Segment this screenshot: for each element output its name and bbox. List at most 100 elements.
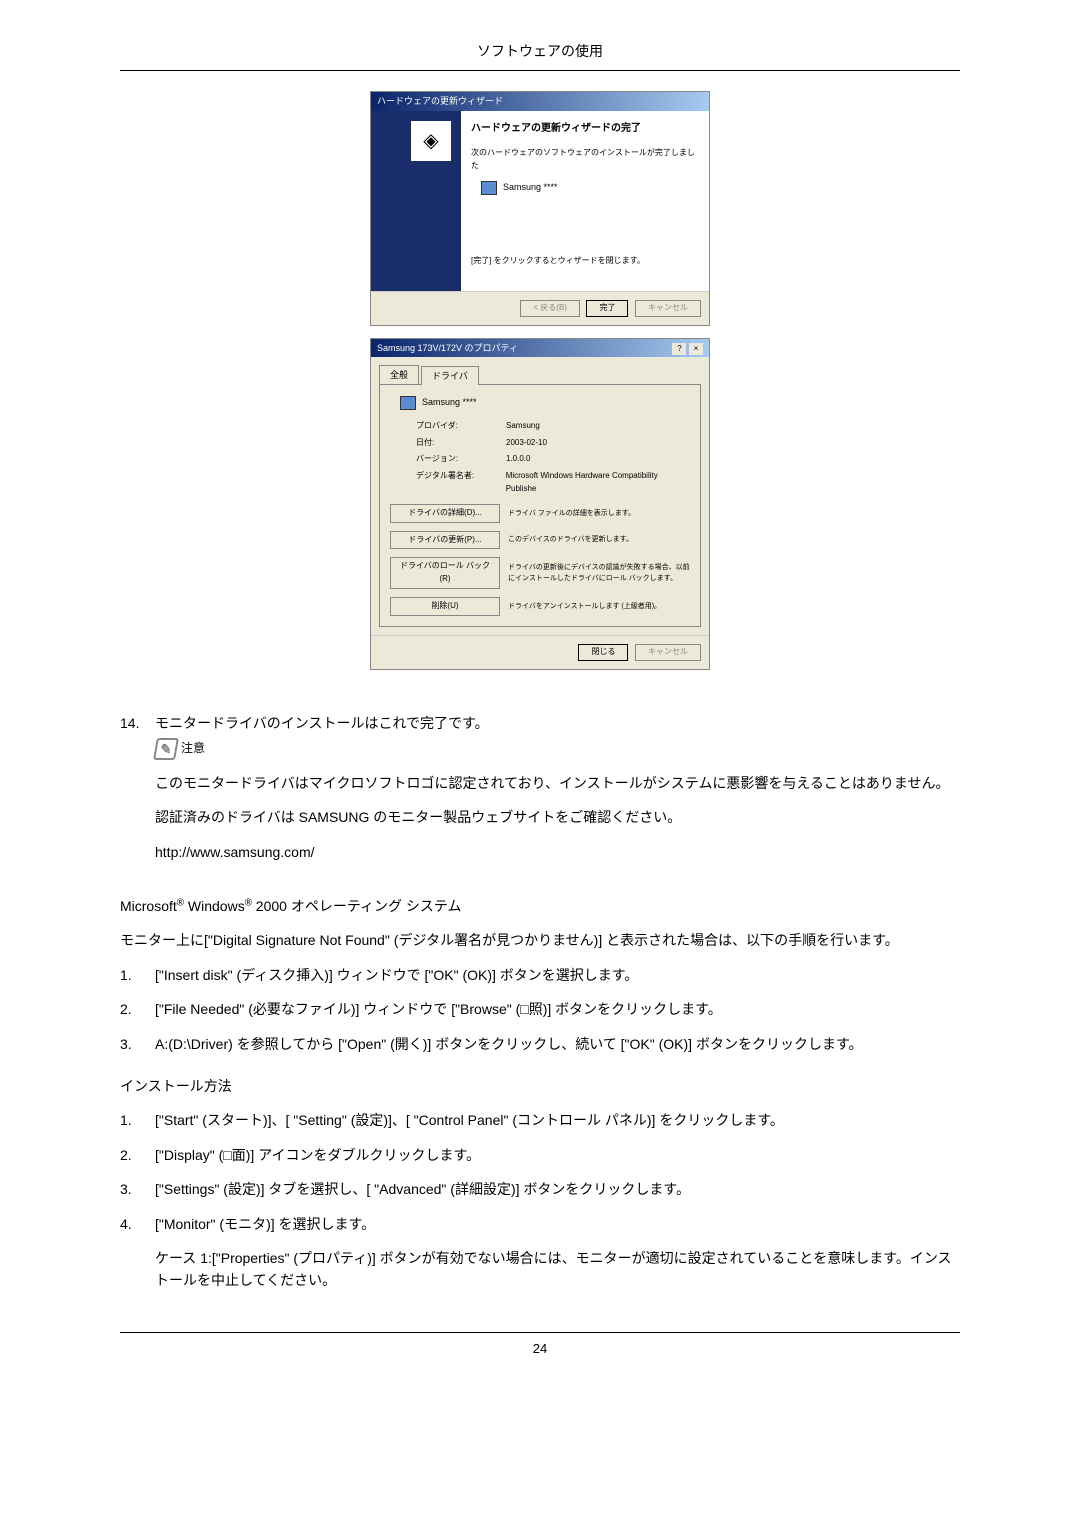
step-text: ["Start" (スタート)]、[ "Setting" (設定)]、[ "Co… <box>155 1109 960 1131</box>
cancel-dialog-button[interactable]: キャンセル <box>635 644 701 661</box>
page-title: ソフトウェアの使用 <box>477 43 603 59</box>
page-number: 24 <box>533 1341 547 1356</box>
install-case-1: ケース 1:["Properties" (プロパティ)] ボタンが有効でない場合… <box>155 1247 960 1292</box>
step-text: ["File Needed" (必要なファイル)] ウィンドウで ["Brows… <box>155 998 960 1020</box>
wizard-device-name: Samsung **** <box>503 180 558 194</box>
install-step-4: 4. ["Monitor" (モニタ)] を選択します。 <box>120 1213 960 1235</box>
close-dialog-button[interactable]: 閉じる <box>578 644 628 661</box>
step-text: A:(D:\Driver) を参照してから ["Open" (開く)] ボタンを… <box>155 1033 960 1055</box>
uninstall-button[interactable]: 削除(U) <box>390 597 500 616</box>
provider-row: プロバイダ: Samsung <box>416 420 690 433</box>
props-titlebar: Samsung 173V/172V のプロパティ ? × <box>371 339 709 357</box>
os-heading: Microsoft® Windows® 2000 オペレーティング システム <box>120 895 960 917</box>
wizard-titlebar: ハードウェアの更新ウィザード <box>371 92 709 110</box>
step-num: 1. <box>120 1109 155 1131</box>
step-number: 14. <box>120 712 155 876</box>
page-header: ソフトウェアの使用 <box>120 40 960 71</box>
step-num: 1. <box>120 964 155 986</box>
tabs: 全般 ドライバ <box>379 365 701 385</box>
update-row: ドライバの更新(P)... このデバイスのドライバを更新します。 <box>390 531 690 550</box>
props-content: Samsung **** プロバイダ: Samsung 日付: 2003-02-… <box>379 385 701 626</box>
install-steps: 1. ["Start" (スタート)]、[ "Setting" (設定)]、[ … <box>120 1109 960 1291</box>
properties-dialog: Samsung 173V/172V のプロパティ ? × 全般 ドライバ Sam… <box>370 338 710 670</box>
wizard-heading: ハードウェアの更新ウィザードの完了 <box>471 121 699 137</box>
step-num: 3. <box>120 1033 155 1055</box>
back-button[interactable]: < 戻る(B) <box>520 300 580 317</box>
monitor-icon <box>481 181 497 195</box>
date-label: 日付: <box>416 437 506 450</box>
provider-value: Samsung <box>506 420 540 433</box>
step-num: 2. <box>120 1144 155 1166</box>
note-paragraph-1: このモニタードライバはマイクロソフトロゴに認定されており、インストールがシステム… <box>155 772 960 794</box>
tab-general[interactable]: 全般 <box>379 365 419 384</box>
signer-label: デジタル署名者: <box>416 470 506 496</box>
rollback-button[interactable]: ドライバのロール バック(R) <box>390 557 500 589</box>
props-dialog-buttons: 閉じる キャンセル <box>371 635 709 669</box>
version-value: 1.0.0.0 <box>506 453 530 466</box>
details-button[interactable]: ドライバの詳細(D)... <box>390 504 500 523</box>
screenshots-container: ハードウェアの更新ウィザード ◈ ハードウェアの更新ウィザードの完了 次のハード… <box>120 91 960 681</box>
wizard-buttons: < 戻る(B) 完了 キャンセル <box>371 291 709 325</box>
step-text: ["Monitor" (モニタ)] を選択します。 <box>155 1213 960 1235</box>
wizard-hardware-icon: ◈ <box>411 121 451 161</box>
sig-step-3: 3. A:(D:\Driver) を参照してから ["Open" (開く)] ボ… <box>120 1033 960 1055</box>
finish-button[interactable]: 完了 <box>586 300 628 317</box>
step-num: 2. <box>120 998 155 1020</box>
note-label: 注意 <box>181 739 205 758</box>
step-content: モニタードライバのインストールはこれで完了です。 ✎ 注意 このモニタードライバ… <box>155 712 960 876</box>
install-step-3: 3. ["Settings" (設定)] タブを選択し、[ "Advanced"… <box>120 1178 960 1200</box>
install-step-1: 1. ["Start" (スタート)]、[ "Setting" (設定)]、[ … <box>120 1109 960 1131</box>
wizard-footer-text: [完了] をクリックするとウィザードを閉じます。 <box>471 255 699 268</box>
wizard-body: ◈ ハードウェアの更新ウィザードの完了 次のハードウェアのソフトウェアのインスト… <box>371 111 709 291</box>
rollback-row: ドライバのロール バック(R) ドライバの更新後にデバイスの認識が失敗する場合、… <box>390 557 690 589</box>
step-text: ["Insert disk" (ディスク挿入)] ウィンドウで ["OK" (O… <box>155 964 960 986</box>
cancel-button[interactable]: キャンセル <box>635 300 701 317</box>
step-text: ["Settings" (設定)] タブを選択し、[ "Advanced" (詳… <box>155 1178 960 1200</box>
wizard-title-text: ハードウェアの更新ウィザード <box>377 94 503 108</box>
tab-driver[interactable]: ドライバ <box>421 366 479 385</box>
details-row: ドライバの詳細(D)... ドライバ ファイルの詳細を表示します。 <box>390 504 690 523</box>
step-num: 3. <box>120 1178 155 1200</box>
details-desc: ドライバ ファイルの詳細を表示します。 <box>508 508 690 519</box>
note-url: http://www.samsung.com/ <box>155 841 960 863</box>
close-button[interactable]: × <box>689 343 703 355</box>
update-button[interactable]: ドライバの更新(P)... <box>390 531 500 550</box>
note-icon: ✎ <box>153 738 179 760</box>
date-value: 2003-02-10 <box>506 437 547 450</box>
signature-steps: 1. ["Insert disk" (ディスク挿入)] ウィンドウで ["OK"… <box>120 964 960 1055</box>
note-body: このモニタードライバはマイクロソフトロゴに認定されており、インストールがシステム… <box>155 772 960 863</box>
uninstall-row: 削除(U) ドライバをアンインストールします (上級者用)。 <box>390 597 690 616</box>
provider-label: プロバイダ: <box>416 420 506 433</box>
sig-step-2: 2. ["File Needed" (必要なファイル)] ウィンドウで ["Br… <box>120 998 960 1020</box>
rollback-desc: ドライバの更新後にデバイスの認識が失敗する場合、以前にインストールしたドライバに… <box>508 562 690 584</box>
help-button[interactable]: ? <box>672 343 686 355</box>
note-header: ✎ 注意 <box>155 738 960 760</box>
page-footer: 24 <box>120 1332 960 1360</box>
wizard-content: ハードウェアの更新ウィザードの完了 次のハードウェアのソフトウェアのインストール… <box>461 111 709 291</box>
step-text: ["Display" (□面)] アイコンをダブルクリックします。 <box>155 1144 960 1166</box>
step-14: 14. モニタードライバのインストールはこれで完了です。 ✎ 注意 このモニター… <box>120 712 960 876</box>
version-label: バージョン: <box>416 453 506 466</box>
props-titlebar-controls: ? × <box>672 341 703 355</box>
wizard-dialog: ハードウェアの更新ウィザード ◈ ハードウェアの更新ウィザードの完了 次のハード… <box>370 91 710 325</box>
signer-value: Microsoft Windows Hardware Compatibility… <box>506 470 690 496</box>
signer-row: デジタル署名者: Microsoft Windows Hardware Comp… <box>416 470 690 496</box>
uninstall-desc: ドライバをアンインストールします (上級者用)。 <box>508 601 690 612</box>
version-row: バージョン: 1.0.0.0 <box>416 453 690 466</box>
update-desc: このデバイスのドライバを更新します。 <box>508 534 690 545</box>
props-device-name: Samsung **** <box>422 395 477 409</box>
props-title-text: Samsung 173V/172V のプロパティ <box>377 341 518 355</box>
step-num: 4. <box>120 1213 155 1235</box>
install-heading: インストール方法 <box>120 1075 960 1097</box>
step-text: モニタードライバのインストールはこれで完了です。 <box>155 712 960 734</box>
sig-step-1: 1. ["Insert disk" (ディスク挿入)] ウィンドウで ["OK"… <box>120 964 960 986</box>
props-device-row: Samsung **** <box>400 395 690 409</box>
wizard-sidebar: ◈ <box>371 111 461 291</box>
signature-intro: モニター上に["Digital Signature Not Found" (デジ… <box>120 929 960 951</box>
date-row: 日付: 2003-02-10 <box>416 437 690 450</box>
monitor-icon <box>400 396 416 410</box>
props-body: 全般 ドライバ Samsung **** プロバイダ: Samsung 日付: … <box>371 357 709 635</box>
wizard-subtitle: 次のハードウェアのソフトウェアのインストールが完了しました <box>471 147 699 173</box>
wizard-device-row: Samsung **** <box>481 180 699 194</box>
note-paragraph-2: 認証済みのドライバは SAMSUNG のモニター製品ウェブサイトをご確認ください… <box>155 806 960 828</box>
